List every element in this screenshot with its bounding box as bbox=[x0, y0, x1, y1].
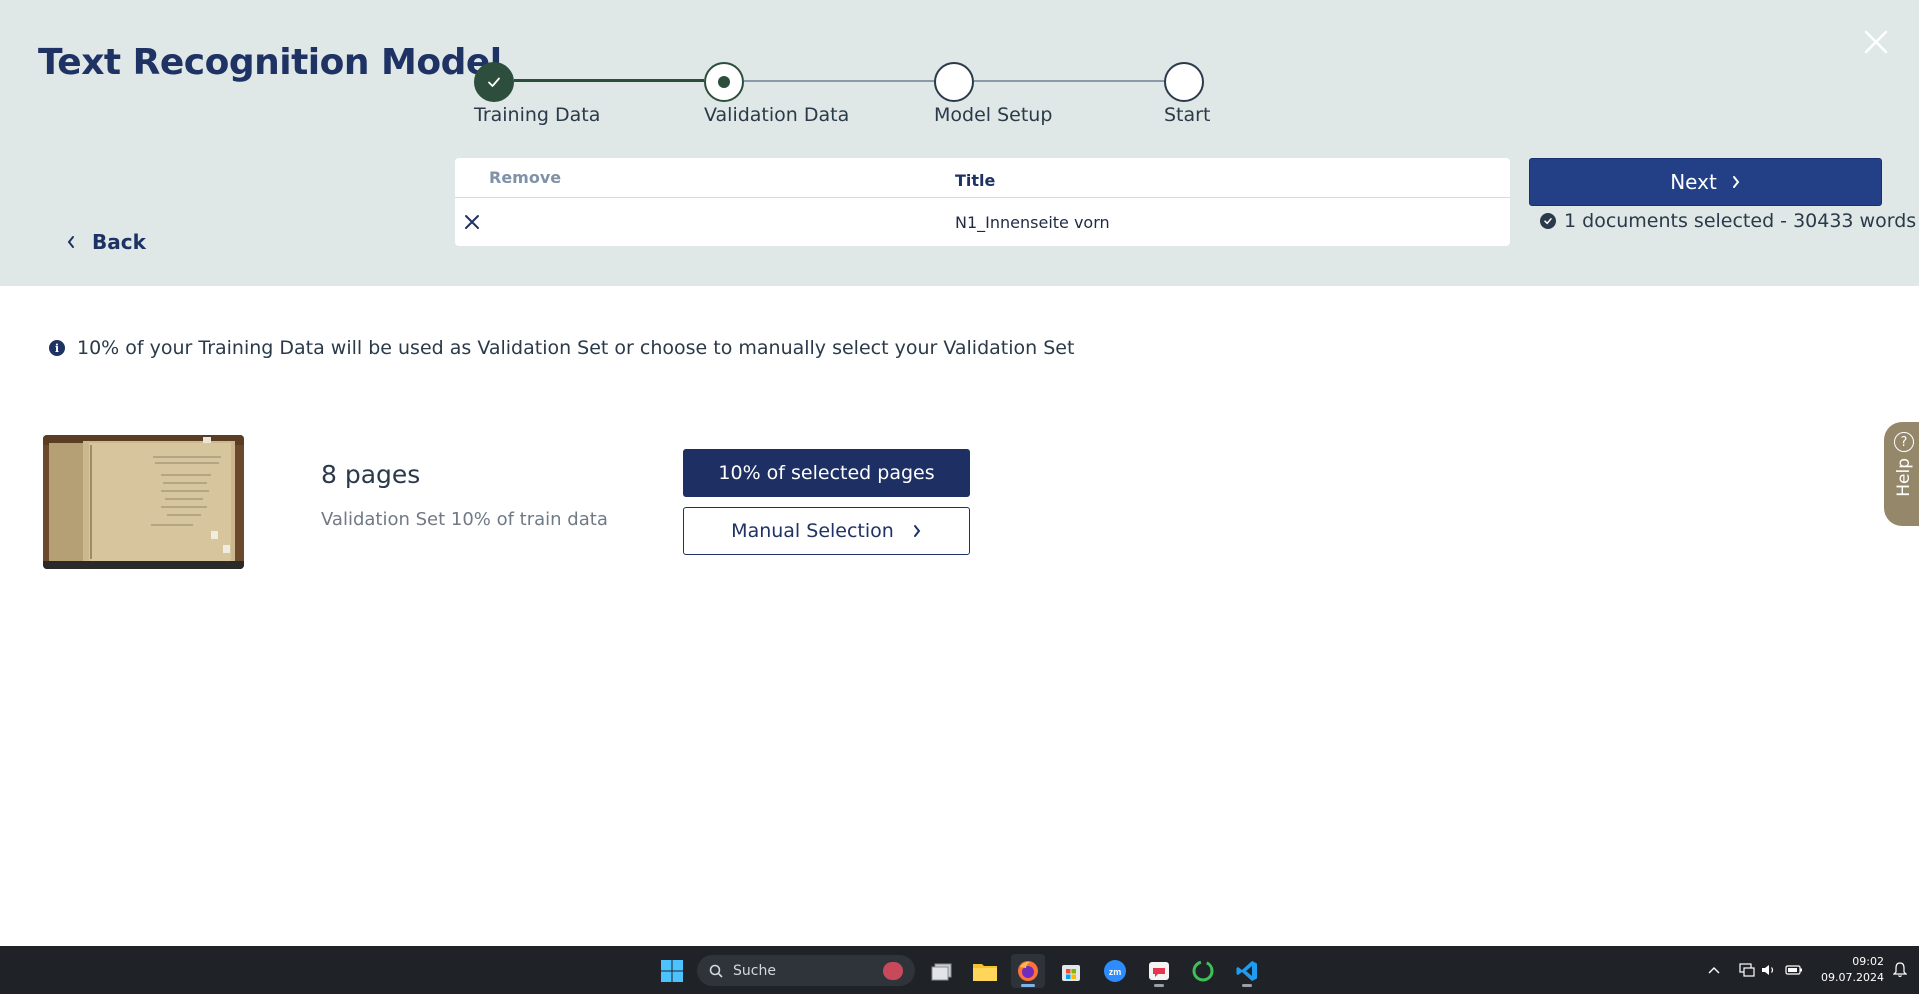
step-2-circle[interactable] bbox=[704, 62, 744, 102]
active-app-indicator bbox=[1021, 984, 1035, 987]
svg-text:zm: zm bbox=[1109, 967, 1122, 977]
back-label: Back bbox=[92, 230, 146, 254]
chevron-right-icon bbox=[1732, 176, 1740, 188]
step-1-circle[interactable] bbox=[474, 62, 514, 102]
os-taskbar: Suche zm 09:02 09.07.2024 bbox=[0, 946, 1919, 994]
manual-selection-label: Manual Selection bbox=[731, 520, 894, 542]
percentage-selection-button[interactable]: 10% of selected pages bbox=[683, 449, 970, 497]
step-label-start: Start bbox=[1164, 104, 1211, 126]
wizard-header-panel: Text Recognition Model Training Data Val… bbox=[0, 0, 1919, 286]
chevron-right-icon bbox=[913, 525, 921, 537]
step-connector-2 bbox=[744, 80, 934, 82]
taskbar-search[interactable]: Suche bbox=[697, 955, 915, 986]
firefox-button[interactable] bbox=[1011, 954, 1045, 988]
help-tab[interactable]: ? Help bbox=[1884, 422, 1919, 526]
search-icon bbox=[709, 964, 723, 978]
tray-overflow-button[interactable] bbox=[1706, 960, 1722, 980]
firefox-icon bbox=[1018, 961, 1038, 981]
speaker-icon bbox=[1762, 965, 1774, 975]
system-clock[interactable]: 09:02 09.07.2024 bbox=[1812, 954, 1884, 986]
step-connector-3 bbox=[974, 80, 1164, 82]
current-step-dot bbox=[718, 76, 730, 88]
step-connector-1 bbox=[514, 79, 704, 82]
chat-app-button[interactable] bbox=[1142, 954, 1176, 988]
zoom-button[interactable]: zm bbox=[1098, 954, 1132, 988]
battery-tray-button[interactable] bbox=[1784, 960, 1804, 980]
selection-summary-text: 1 documents selected - 30433 words bbox=[1564, 210, 1917, 232]
help-label: Help bbox=[1894, 458, 1914, 497]
close-icon bbox=[465, 215, 479, 229]
document-title: N1_Innenseite vorn bbox=[955, 213, 1110, 232]
chevron-left-icon bbox=[67, 236, 74, 248]
info-message-text: 10% of your Training Data will be used a… bbox=[77, 337, 1075, 359]
column-header-remove: Remove bbox=[489, 168, 562, 187]
check-circle-icon bbox=[1540, 213, 1556, 229]
table-header: Remove Title bbox=[455, 158, 1510, 198]
running-app-indicator bbox=[1242, 984, 1252, 987]
checkmark-icon bbox=[488, 77, 500, 87]
close-icon bbox=[1864, 30, 1888, 54]
next-button[interactable]: Next bbox=[1529, 158, 1882, 206]
back-button[interactable]: Back bbox=[66, 230, 146, 254]
step-label-model-setup: Model Setup bbox=[934, 104, 1053, 126]
remove-document-button[interactable] bbox=[458, 208, 486, 236]
folder-icon bbox=[973, 964, 997, 981]
task-view-icon bbox=[931, 963, 952, 981]
document-thumbnail bbox=[43, 435, 244, 569]
help-question-icon: ? bbox=[1894, 432, 1914, 452]
close-button[interactable] bbox=[1860, 26, 1892, 58]
running-app-indicator bbox=[1154, 984, 1164, 987]
notifications-button[interactable] bbox=[1890, 960, 1910, 980]
validation-pages-count: 8 pages bbox=[321, 460, 421, 489]
volume-tray-button[interactable] bbox=[1760, 960, 1778, 980]
file-explorer-button[interactable] bbox=[968, 954, 1002, 988]
chat-icon bbox=[1149, 962, 1169, 980]
chevron-up-icon bbox=[1708, 967, 1720, 974]
info-icon: i bbox=[49, 340, 65, 356]
step-3-circle[interactable] bbox=[934, 62, 974, 102]
windows-logo-icon bbox=[661, 960, 683, 982]
info-message: i 10% of your Training Data will be used… bbox=[49, 337, 1074, 359]
percentage-selection-label: 10% of selected pages bbox=[718, 462, 935, 484]
next-label: Next bbox=[1670, 170, 1717, 194]
selection-summary: 1 documents selected - 30433 words bbox=[1540, 210, 1916, 232]
step-label-training-data: Training Data bbox=[474, 104, 601, 126]
step-label-validation-data: Validation Data bbox=[704, 104, 850, 126]
selected-documents-table: Remove Title N1_Innenseite vorn bbox=[455, 158, 1510, 246]
network-tray-button[interactable] bbox=[1738, 960, 1756, 980]
vscode-button[interactable] bbox=[1230, 954, 1264, 988]
task-view-button[interactable] bbox=[925, 954, 959, 988]
step-4-circle[interactable] bbox=[1164, 62, 1204, 102]
sync-app-button[interactable] bbox=[1186, 954, 1220, 988]
battery-icon bbox=[1785, 965, 1802, 975]
wizard-stepper: Training Data Validation Data Model Setu… bbox=[474, 60, 1234, 140]
clock-date: 09.07.2024 bbox=[1821, 971, 1884, 984]
column-header-title: Title bbox=[955, 171, 996, 190]
page-title: Text Recognition Model bbox=[38, 42, 502, 83]
taskbar-search-placeholder: Suche bbox=[733, 962, 776, 979]
clock-time: 09:02 bbox=[1852, 955, 1884, 968]
vscode-icon bbox=[1236, 961, 1257, 981]
zoom-icon: zm bbox=[1104, 960, 1126, 982]
sync-icon bbox=[1192, 960, 1214, 982]
store-icon bbox=[1062, 965, 1080, 981]
validation-subtitle: Validation Set 10% of train data bbox=[321, 509, 608, 530]
manual-selection-button[interactable]: Manual Selection bbox=[683, 507, 970, 555]
microsoft-store-button[interactable] bbox=[1054, 954, 1088, 988]
network-icon bbox=[1739, 963, 1755, 977]
search-highlight-icon bbox=[883, 961, 903, 980]
start-button[interactable] bbox=[655, 954, 689, 988]
notification-bell-icon bbox=[1893, 962, 1907, 978]
